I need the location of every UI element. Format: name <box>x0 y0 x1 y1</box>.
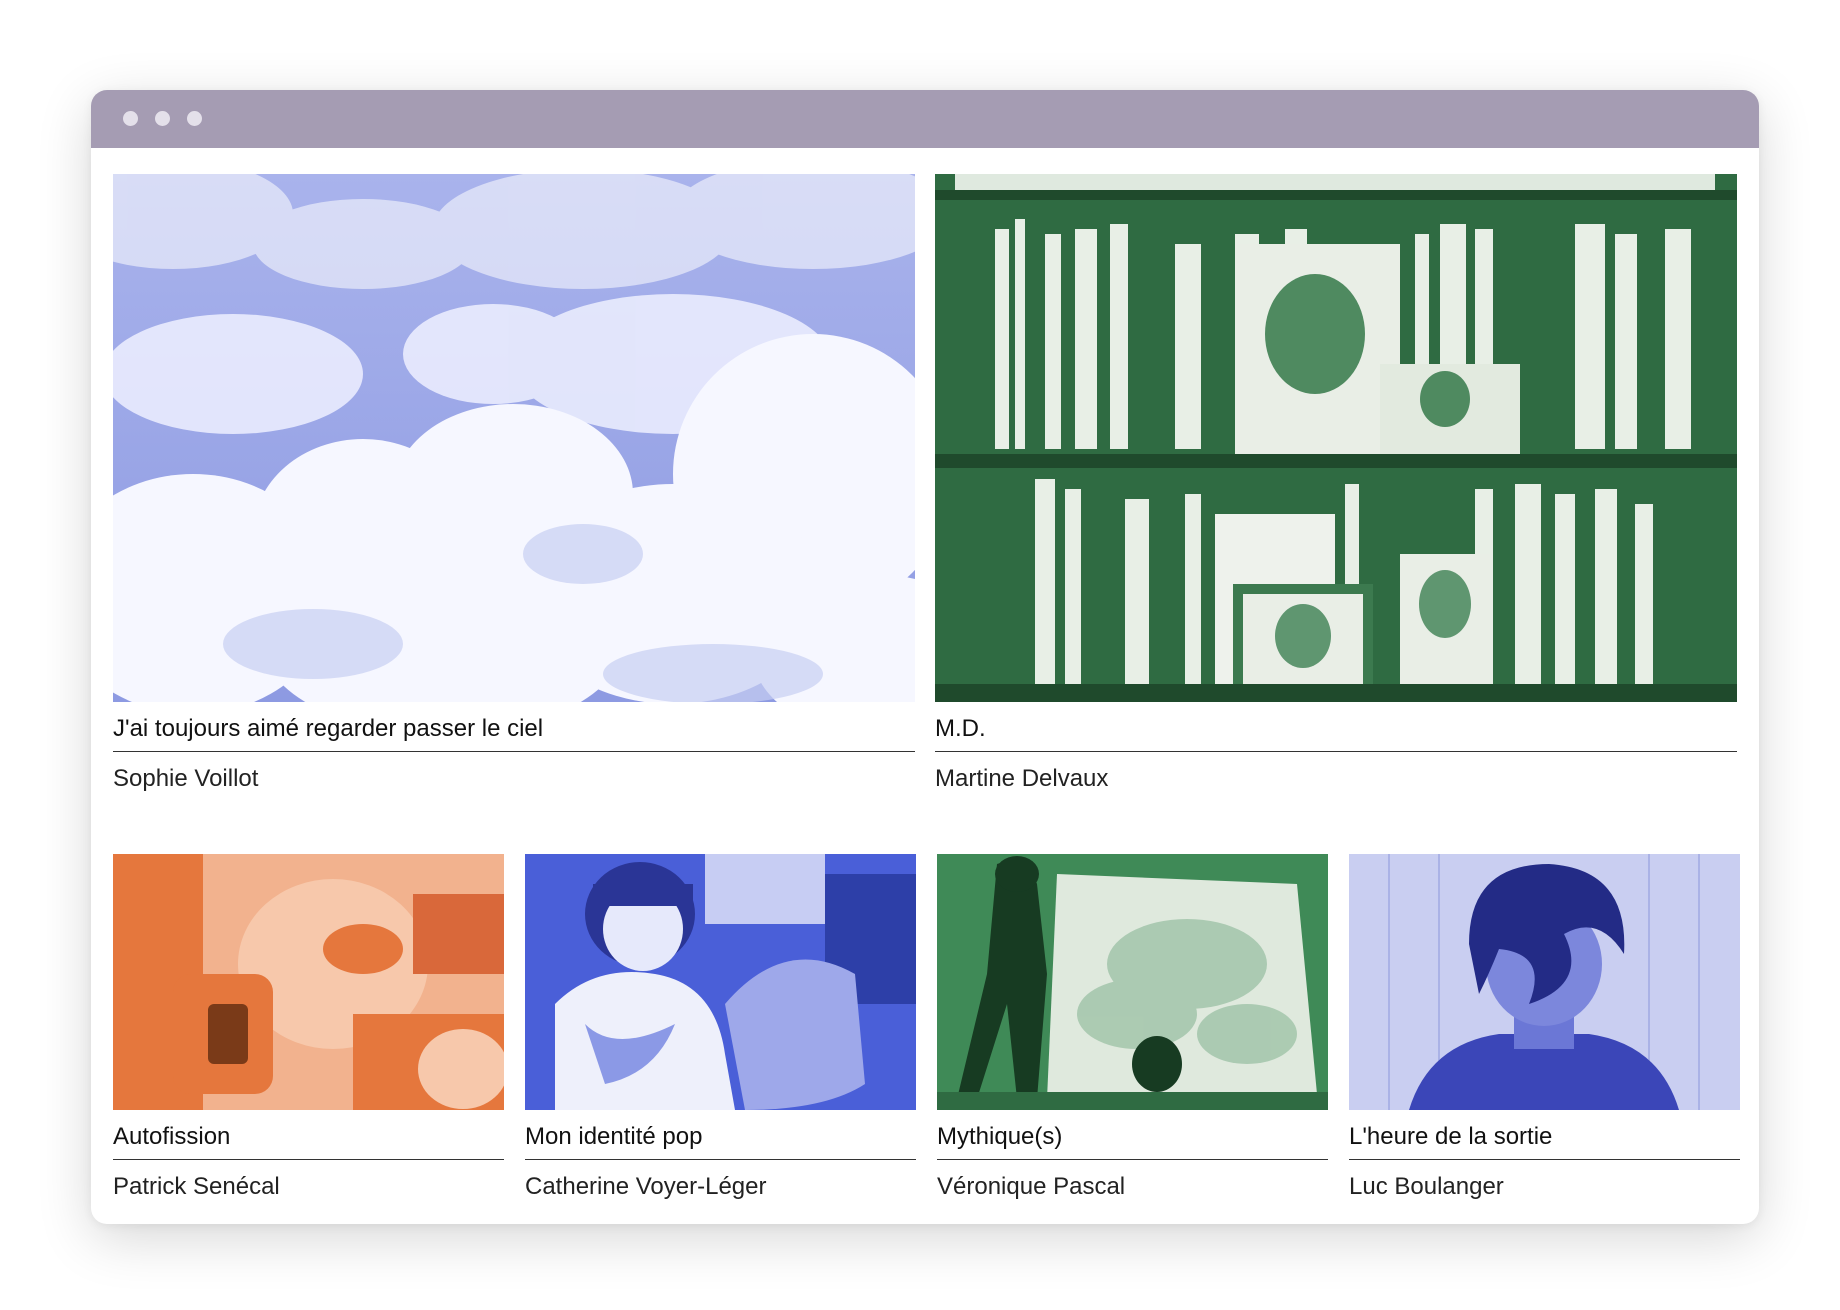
card-title[interactable]: L'heure de la sortie <box>1349 1110 1740 1160</box>
card-author: Véronique Pascal <box>937 1173 1126 1200</box>
window-dot[interactable] <box>155 111 170 126</box>
girl-smiling-image[interactable] <box>525 854 916 1110</box>
card-author: Martine Delvaux <box>935 765 1109 792</box>
card-author: Patrick Senécal <box>113 1173 280 1200</box>
window-dot[interactable] <box>123 111 138 126</box>
card-title[interactable]: Mon identité pop <box>525 1110 916 1160</box>
featured-card[interactable]: J'ai toujours aimé regarder passer le ci… <box>113 174 915 794</box>
clouds-image[interactable] <box>113 174 915 702</box>
book-card[interactable]: Mon identité pop Catherine Voyer-Léger <box>525 854 916 1202</box>
card-title[interactable]: J'ai toujours aimé regarder passer le ci… <box>113 702 915 752</box>
man-with-camera-image[interactable] <box>113 854 504 1110</box>
book-card[interactable]: L'heure de la sortie Luc Boulanger <box>1349 854 1740 1202</box>
card-author: Sophie Voillot <box>113 765 259 792</box>
browser-window: J'ai toujours aimé regarder passer le ci… <box>91 90 1759 1224</box>
book-card[interactable]: Mythique(s) Véronique Pascal <box>937 854 1328 1202</box>
book-card[interactable]: Autofission Patrick Senécal <box>113 854 504 1202</box>
card-title[interactable]: M.D. <box>935 702 1737 752</box>
bookshelf-image[interactable] <box>935 174 1737 702</box>
featured-card[interactable]: M.D. Martine Delvaux <box>935 174 1737 794</box>
card-author: Catherine Voyer-Léger <box>525 1173 767 1200</box>
boy-portrait-image[interactable] <box>1349 854 1740 1110</box>
window-titlebar <box>91 90 1759 148</box>
card-title[interactable]: Autofission <box>113 1110 504 1160</box>
stage-performance-image[interactable] <box>937 854 1328 1110</box>
card-author: Luc Boulanger <box>1349 1173 1504 1200</box>
window-dot[interactable] <box>187 111 202 126</box>
card-title[interactable]: Mythique(s) <box>937 1110 1328 1160</box>
